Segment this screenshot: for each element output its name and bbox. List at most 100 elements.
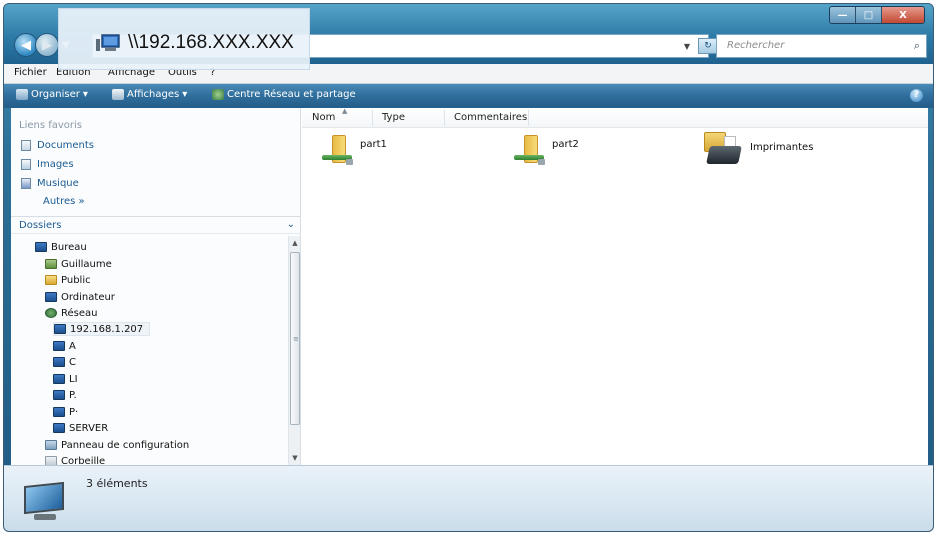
- sort-arrow-icon: ▲: [342, 107, 348, 115]
- item-label: part2: [552, 138, 579, 150]
- tree-item-label: Panneau de configuration: [61, 439, 190, 451]
- computer-icon: [53, 407, 65, 417]
- navigation-pane: Liens favoris Documents Images Musique A…: [11, 108, 301, 467]
- favorite-musique[interactable]: Musique: [21, 178, 79, 189]
- folders-header[interactable]: Dossiers ⌄: [11, 216, 301, 234]
- tree-item-reseau[interactable]: Réseau: [45, 306, 97, 320]
- network-icon: [45, 308, 57, 318]
- scroll-thumb[interactable]: ≡: [290, 252, 300, 425]
- tree-item-label: SERVER: [69, 422, 109, 434]
- folder-icon: [45, 275, 57, 285]
- computer-icon: [53, 390, 65, 400]
- tree-item-label: LI: [69, 373, 78, 385]
- computer-icon: [53, 423, 65, 433]
- search-box[interactable]: Rechercher ⌕: [716, 34, 927, 58]
- computer-icon: [45, 292, 57, 302]
- refresh-button[interactable]: ↻: [698, 38, 718, 54]
- maximize-button[interactable]: □: [856, 7, 882, 23]
- share-item-part2[interactable]: part2: [514, 135, 579, 165]
- favorites-header: Liens favoris: [19, 120, 83, 131]
- tree-item-label: P.: [69, 389, 77, 401]
- details-pane: 3 éléments: [4, 465, 933, 531]
- network-computer-icon: [96, 34, 120, 51]
- explorer-window: — □ X ◀ ▶ ▼ ▼ ↻ Rechercher ⌕ Fichier Edi…: [3, 3, 934, 532]
- tree-item-ordinateur[interactable]: Ordinateur: [45, 290, 115, 304]
- tree-item-host-p1[interactable]: P.: [53, 388, 77, 402]
- views-button[interactable]: Affichages ▾: [112, 89, 187, 100]
- computer-icon: [53, 374, 65, 384]
- views-icon: [112, 89, 124, 100]
- column-divider[interactable]: [528, 110, 529, 126]
- share-item-imprimantes[interactable]: Imprimantes: [700, 132, 813, 168]
- music-icon: [21, 178, 31, 189]
- column-headers: ▲ Nom Type Commentaires: [302, 107, 928, 128]
- favorites-more-link[interactable]: Autres »: [43, 196, 85, 207]
- network-center-icon: [212, 89, 224, 100]
- column-type[interactable]: Type: [382, 112, 405, 123]
- window-controls: — □ X: [829, 6, 925, 24]
- tree-item-label: Bureau: [51, 241, 87, 253]
- folders-title: Dossiers: [19, 220, 62, 231]
- chevron-down-icon: ▾: [82, 89, 88, 100]
- file-list-pane: ▲ Nom Type Commentaires part1 part2 Impr…: [302, 107, 928, 465]
- user-folder-icon: [45, 259, 57, 269]
- column-divider[interactable]: [444, 110, 445, 126]
- item-label: Imprimantes: [750, 141, 814, 153]
- tree-item-label: Guillaume: [61, 258, 112, 270]
- shared-folder-icon: [514, 135, 546, 165]
- printer-icon: [700, 132, 744, 168]
- column-nom[interactable]: Nom: [312, 112, 335, 123]
- tree-item-public[interactable]: Public: [45, 273, 91, 287]
- organize-label: Organiser: [31, 89, 80, 100]
- tree-item-panneau[interactable]: Panneau de configuration: [45, 438, 189, 452]
- address-dropdown-icon[interactable]: ▼: [680, 38, 694, 54]
- organize-button[interactable]: Organiser ▾: [16, 89, 88, 100]
- favorite-documents[interactable]: Documents: [21, 140, 94, 151]
- tree-item-host-selected[interactable]: 192.168.1.207: [53, 322, 151, 336]
- computer-icon: [53, 357, 65, 367]
- tree-item-host-a[interactable]: A: [53, 339, 76, 353]
- address-input[interactable]: \\192.168.XXX.XXX: [128, 32, 294, 54]
- command-bar: Organiser ▾ Affichages ▾ Centre Réseau e…: [4, 84, 933, 108]
- chevron-down-icon[interactable]: ⌄: [287, 219, 295, 230]
- scroll-up-icon[interactable]: ▲: [289, 236, 301, 250]
- tree-item-host-p2[interactable]: P·: [53, 405, 78, 419]
- share-item-part1[interactable]: part1: [322, 135, 387, 165]
- column-commentaires[interactable]: Commentaires: [454, 112, 527, 123]
- tree-item-label: P·: [69, 406, 79, 418]
- chevron-down-icon: ▾: [182, 89, 188, 100]
- forward-button[interactable]: ▶: [35, 33, 59, 57]
- search-placeholder: Rechercher: [727, 40, 785, 51]
- tree-item-label: A: [69, 340, 76, 352]
- minimize-button[interactable]: —: [830, 7, 856, 23]
- content-area: Liens favoris Documents Images Musique A…: [11, 107, 928, 467]
- views-label: Affichages: [127, 89, 180, 100]
- network-computer-icon: [18, 481, 70, 524]
- scroll-down-icon[interactable]: ▼: [289, 451, 301, 465]
- images-icon: [21, 159, 31, 170]
- tree-item-host-server[interactable]: SERVER: [53, 421, 108, 435]
- computer-icon: [54, 324, 66, 334]
- item-label: part1: [360, 138, 387, 150]
- tree-item-guillaume[interactable]: Guillaume: [45, 257, 112, 271]
- tree-item-host-c[interactable]: C: [53, 355, 76, 369]
- tree-item-label: Public: [61, 274, 91, 286]
- help-icon[interactable]: ?: [910, 89, 923, 102]
- address-tools: ▼ ↻: [680, 38, 718, 54]
- computer-icon: [53, 341, 65, 351]
- tree-item-host-li[interactable]: LI: [53, 372, 78, 386]
- tree-item-label: Ordinateur: [61, 291, 115, 303]
- shared-folder-icon: [322, 135, 354, 165]
- documents-icon: [21, 140, 31, 151]
- column-divider[interactable]: [372, 110, 373, 126]
- tree-item-label: 192.168.1.207: [70, 323, 144, 335]
- close-button[interactable]: X: [882, 7, 924, 23]
- folders-scrollbar[interactable]: ▲ ≡ ▼: [288, 236, 300, 465]
- network-center-label: Centre Réseau et partage: [227, 89, 356, 100]
- network-center-button[interactable]: Centre Réseau et partage: [212, 89, 356, 100]
- menu-fichier[interactable]: Fichier: [14, 67, 47, 78]
- search-icon[interactable]: ⌕: [914, 39, 920, 53]
- favorite-label: Documents: [37, 140, 95, 151]
- favorite-images[interactable]: Images: [21, 159, 74, 170]
- tree-item-bureau[interactable]: Bureau: [35, 240, 87, 254]
